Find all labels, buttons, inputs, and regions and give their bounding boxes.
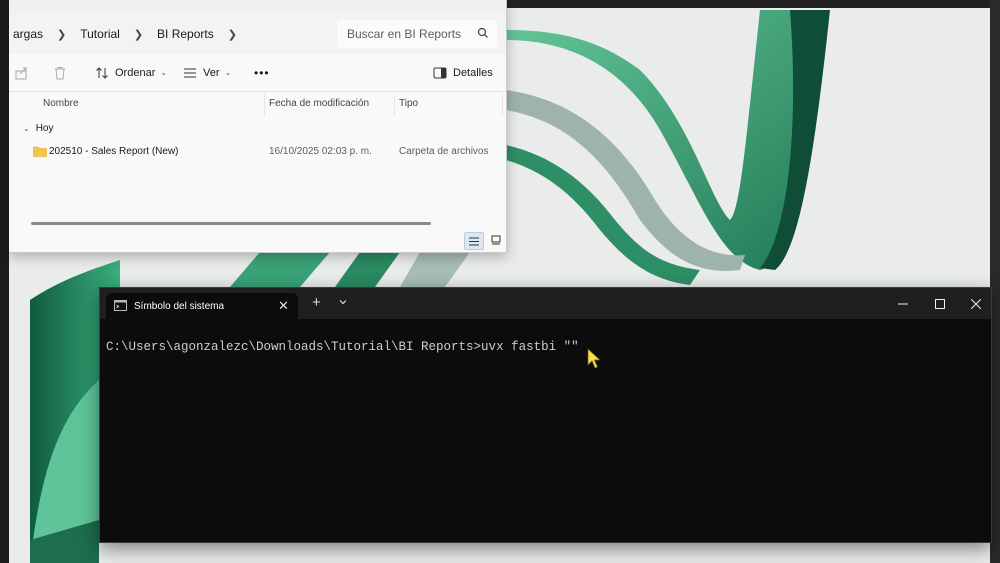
chevron-down-icon: ⌄ — [160, 68, 168, 77]
search-icon — [477, 27, 488, 38]
file-date: 16/10/2025 02:03 p. m. — [269, 146, 372, 157]
share-icon — [15, 67, 27, 79]
chevron-right-icon[interactable]: ❯ — [218, 28, 247, 41]
column-divider[interactable] — [394, 94, 395, 116]
terminal-command-line[interactable]: C:\Users\agonzalezc\Downloads\Tutorial\B… — [106, 340, 579, 354]
tiles-view-icon — [491, 235, 501, 245]
file-row[interactable]: 202510 - Sales Report (New) 16/10/2025 0… — [9, 142, 506, 162]
column-header-name[interactable]: Nombre — [43, 98, 79, 109]
file-type: Carpeta de archivos — [399, 146, 489, 157]
view-toggle — [461, 232, 505, 250]
left-edge — [0, 0, 9, 563]
explorer-titlebar — [9, 0, 506, 15]
tiles-view-button[interactable] — [487, 232, 505, 248]
close-icon — [971, 298, 981, 309]
breadcrumb-item[interactable]: Tutorial — [76, 27, 124, 41]
close-window-button[interactable] — [957, 288, 995, 319]
view-list-icon — [184, 68, 196, 77]
command-prompt-icon — [114, 300, 127, 311]
chevron-down-icon: ⌄ — [224, 68, 232, 77]
more-options-button[interactable]: ••• — [254, 54, 270, 91]
minimize-icon — [898, 303, 908, 304]
minimize-button[interactable] — [884, 288, 922, 319]
terminal-titlebar: Símbolo del sistema ✕ + — [100, 288, 991, 319]
group-header-today[interactable]: ⌄ Hoy — [23, 123, 54, 134]
view-button[interactable]: Ver ⌄ — [183, 54, 231, 91]
tab-close-button[interactable]: ✕ — [278, 298, 289, 314]
trash-icon — [55, 66, 65, 79]
sort-button[interactable]: Ordenar ⌄ — [95, 54, 167, 91]
breadcrumb-item[interactable]: argas — [9, 27, 47, 41]
horizontal-scrollbar[interactable] — [31, 222, 431, 225]
maximize-icon — [935, 298, 945, 309]
column-header-row: Nombre Fecha de modificación Tipo — [9, 92, 506, 116]
maximize-button[interactable] — [921, 288, 959, 319]
delete-button[interactable] — [53, 54, 73, 91]
file-explorer-window: argas ❯ Tutorial ❯ BI Reports ❯ Buscar e… — [9, 0, 507, 253]
details-label: Detalles — [453, 66, 493, 79]
breadcrumb: argas ❯ Tutorial ❯ BI Reports ❯ — [9, 14, 247, 54]
view-label: Ver — [203, 66, 220, 79]
column-divider[interactable] — [264, 94, 265, 116]
chevron-right-icon: ❯ — [133, 28, 144, 41]
tab-command-prompt[interactable]: Símbolo del sistema ✕ — [106, 293, 298, 319]
details-button[interactable]: Detalles — [433, 54, 493, 91]
chevron-down-icon: ⌄ — [23, 124, 30, 133]
sort-label: Ordenar — [115, 66, 156, 79]
new-tab-button[interactable]: + — [312, 294, 321, 311]
explorer-toolbar: Ordenar ⌄ Ver ⌄ ••• Detalles — [9, 54, 506, 92]
details-pane-icon — [433, 67, 447, 78]
column-divider[interactable] — [502, 94, 503, 116]
search-placeholder: Buscar en BI Reports — [347, 27, 462, 41]
column-header-type[interactable]: Tipo — [399, 98, 418, 109]
tab-title: Símbolo del sistema — [134, 301, 225, 312]
command-prompt-window: Símbolo del sistema ✕ + C:\Users\agonzal… — [99, 287, 992, 543]
chevron-right-icon: ❯ — [57, 28, 67, 41]
chevron-down-icon[interactable] — [338, 297, 348, 307]
column-header-date[interactable]: Fecha de modificación — [269, 98, 369, 109]
details-view-icon — [469, 237, 479, 245]
group-label: Hoy — [35, 123, 54, 134]
top-edge — [506, 0, 1000, 8]
share-button[interactable] — [15, 54, 35, 91]
breadcrumb-item[interactable]: BI Reports — [153, 27, 218, 41]
folder-icon — [33, 146, 47, 157]
mouse-pointer-icon — [587, 348, 601, 369]
details-view-button[interactable] — [464, 232, 484, 250]
address-bar: argas ❯ Tutorial ❯ BI Reports ❯ Buscar e… — [9, 14, 506, 55]
search-input[interactable]: Buscar en BI Reports — [337, 20, 497, 48]
sort-icon — [96, 66, 108, 79]
file-name: 202510 - Sales Report (New) — [49, 146, 179, 157]
